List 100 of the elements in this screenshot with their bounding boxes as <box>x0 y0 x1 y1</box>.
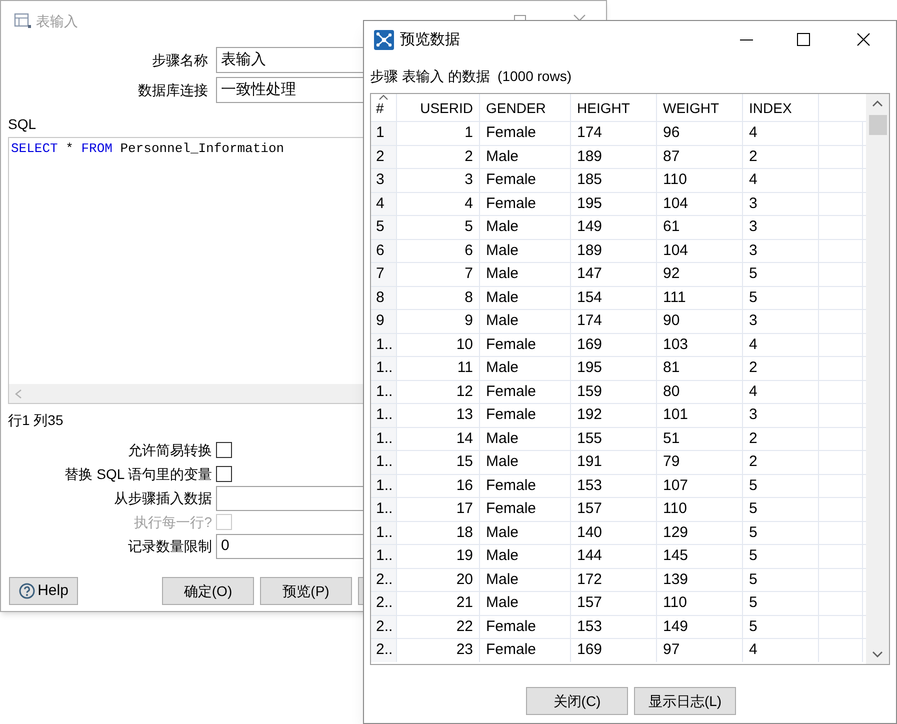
column-header[interactable]: WEIGHT <box>663 98 719 119</box>
table-cell-text: 92 <box>663 264 680 284</box>
table-cell-text: Male <box>486 358 519 378</box>
window-title: 预览数据 <box>400 30 460 50</box>
column-header[interactable]: INDEX <box>749 98 792 119</box>
table-cell-text: 149 <box>663 616 688 636</box>
row-number: 1.. <box>376 499 393 519</box>
minimize-icon[interactable] <box>740 39 753 41</box>
column-header[interactable]: USERID <box>420 98 473 119</box>
row-number: 1.. <box>376 428 393 448</box>
row-number: 1.. <box>376 334 393 354</box>
table-cell-text: 81 <box>663 358 680 378</box>
table-cell-text: 79 <box>663 452 680 472</box>
table-cell-text: 2 <box>749 452 758 472</box>
table-cell-text: Female <box>486 499 536 519</box>
table-cell-text: 110 <box>663 593 687 613</box>
table-cell-text: 61 <box>663 217 680 237</box>
table-cell-text: 90 <box>663 311 680 331</box>
sort-icon[interactable] <box>379 95 388 100</box>
column-header[interactable]: GENDER <box>486 98 546 119</box>
table-cell-text: Female <box>486 405 536 425</box>
option-label: 执行每一行? <box>133 512 212 532</box>
table-cell-text: 9 <box>464 311 473 331</box>
table-cell-text: 3 <box>749 405 758 425</box>
row-number: 8 <box>376 288 384 308</box>
row-number: 1.. <box>376 358 393 378</box>
table-cell-text: 153 <box>577 476 602 496</box>
table-cell-text: Male <box>486 311 519 331</box>
table-cell-text: 2 <box>749 146 758 166</box>
column-header[interactable]: # <box>376 98 384 119</box>
table-cell-text: 5 <box>749 264 758 284</box>
table-cell-text: 191 <box>577 452 602 472</box>
table-cell-text: 4 <box>749 382 758 402</box>
table-cell-text: 20 <box>456 570 473 590</box>
table-cell-text: Male <box>486 546 519 566</box>
table-cell-text: 6 <box>464 240 473 260</box>
table-cell-text: Male <box>486 217 519 237</box>
table-cell-text: 87 <box>663 146 680 166</box>
row-number: 2.. <box>376 570 393 590</box>
table-cell-text: Male <box>486 288 519 308</box>
window-title: 表输入 <box>36 12 78 30</box>
table-cell-text: 5 <box>749 522 758 542</box>
option-label: 记录数量限制 <box>127 536 212 556</box>
table-icon <box>14 13 32 29</box>
table-cell-text: 103 <box>663 334 688 354</box>
table-cell-text: 110 <box>663 170 687 190</box>
table-cell-text: 4 <box>749 123 758 143</box>
option-label: 允许简易转换 <box>127 440 212 460</box>
scrollbar-thumb[interactable] <box>868 115 886 135</box>
table-cell-text: 11 <box>457 358 473 378</box>
row-number: 1.. <box>376 476 393 496</box>
row-number: 2.. <box>376 640 393 660</box>
code-line: SELECT * FROM Personnel_Information <box>11 140 284 158</box>
table-cell-text: 3 <box>749 240 758 260</box>
row-number: 3 <box>376 170 384 190</box>
field-label: 数据库连接 <box>137 80 208 100</box>
checkbox[interactable] <box>216 442 232 458</box>
help-button[interactable]: Help <box>9 577 78 605</box>
row-number: 1.. <box>376 405 393 425</box>
row-number: 1.. <box>376 522 393 542</box>
table-cell-text: Male <box>486 146 519 166</box>
table-cell-text: 5 <box>749 570 758 590</box>
table-cell-text: 153 <box>577 616 602 636</box>
table-cell-text: Male <box>486 570 519 590</box>
vertical-scrollbar[interactable] <box>866 94 889 664</box>
table-cell-text: 145 <box>663 546 688 566</box>
table-cell-text: Male <box>486 452 519 472</box>
table-cell-text: 51 <box>663 428 680 448</box>
table-cell-text: 139 <box>663 570 688 590</box>
close-icon[interactable] <box>857 33 870 46</box>
table-cell-text: Female <box>486 194 536 214</box>
table-cell-text: 110 <box>663 499 687 519</box>
table-cell-text: 2 <box>749 358 758 378</box>
table-cell-text: 169 <box>577 640 602 660</box>
scroll-up-icon[interactable] <box>872 100 883 107</box>
table-cell-text: 101 <box>663 405 688 425</box>
dialog-button[interactable]: 确定(O) <box>162 577 254 605</box>
column-header[interactable]: HEIGHT <box>577 98 630 119</box>
dialog-button[interactable]: 显示日志(L) <box>634 687 736 715</box>
dialog-button[interactable]: 预览(P) <box>260 577 352 605</box>
table-cell-text: 157 <box>577 593 602 613</box>
table-cell-text: 13 <box>456 405 473 425</box>
row-number: 4 <box>376 194 384 214</box>
row-number: 1.. <box>376 382 393 402</box>
row-number: 6 <box>376 240 384 260</box>
table-cell-text: 10 <box>456 334 473 354</box>
table-cell-text: 107 <box>663 476 688 496</box>
table-cell-text: 4 <box>749 334 758 354</box>
scroll-down-icon[interactable] <box>872 651 883 658</box>
table-caption: 步骤 表输入 的数据 (1000 rows) <box>370 66 572 86</box>
option-label: 从步骤插入数据 <box>113 488 212 508</box>
table-cell-text: Male <box>486 593 519 613</box>
network-icon <box>374 30 394 50</box>
dialog-button[interactable]: 关闭(C) <box>526 687 628 715</box>
table-cell-text: Female <box>486 640 536 660</box>
table-cell-text: 22 <box>456 616 473 636</box>
checkbox[interactable] <box>216 466 232 482</box>
table-cell-text: 2 <box>749 428 758 448</box>
table-cell-text: 104 <box>663 194 688 214</box>
maximize-icon[interactable] <box>797 33 810 46</box>
